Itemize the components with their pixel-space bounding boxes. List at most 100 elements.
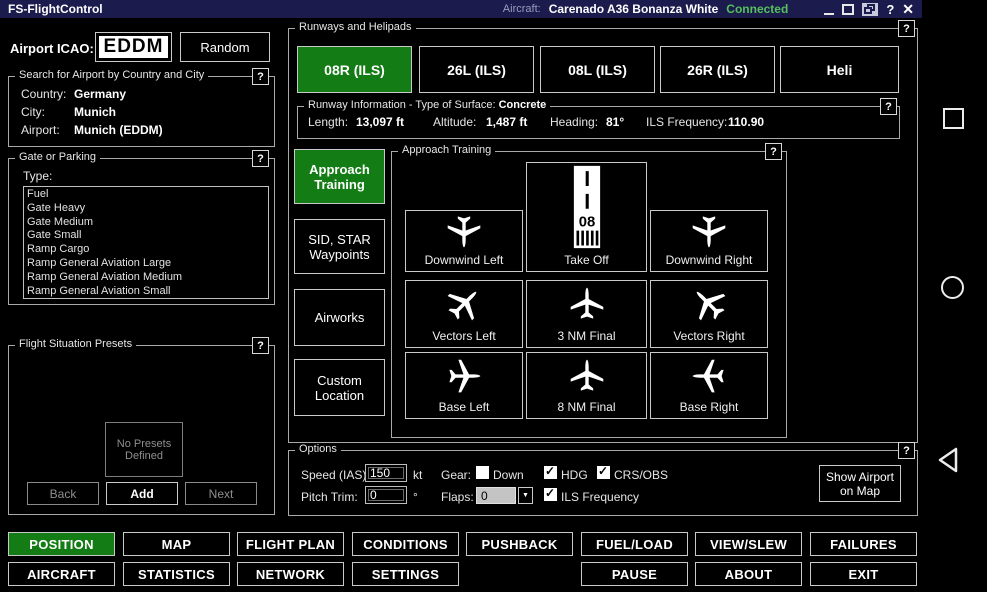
presets-add-button[interactable]: Add [106,482,178,505]
aircraft-label: Aircraft: [503,3,541,15]
country-value[interactable]: Germany [74,87,126,101]
airport-icao-input[interactable]: EDDM [95,32,172,62]
approach-base-left-button[interactable]: Base Left [405,352,523,419]
flaps-dropdown[interactable]: 0 [476,487,516,504]
hdg-checkbox[interactable] [544,466,557,479]
no-presets-box: No Presets Defined [105,422,183,477]
airplane-west-icon [691,353,727,398]
gate-help-button[interactable]: ? [252,150,269,167]
restore-windows-icon[interactable] [862,3,878,16]
back-triangle-icon[interactable] [936,446,962,479]
airport-value[interactable]: Munich (EDDM) [74,123,163,137]
recents-square-icon[interactable] [943,108,964,129]
altitude-label: Altitude: [433,115,476,129]
speed-ias-input[interactable]: 150 [365,464,407,482]
approach-group-title: Approach Training [398,144,495,156]
airplane-east-icon [446,353,482,398]
list-item[interactable]: Gate Small [27,229,265,243]
nav-exit-button[interactable]: EXIT [810,562,917,586]
nav-position-button[interactable]: POSITION [8,532,115,556]
nav-network-button[interactable]: NETWORK [237,562,344,586]
flaps-dropdown-arrow-icon[interactable]: ▼ [518,487,533,504]
gear-label: Gear: [441,468,471,482]
presets-help-button[interactable]: ? [252,337,269,354]
nav-about-button[interactable]: ABOUT [695,562,802,586]
presets-group-title: Flight Situation Presets [15,338,136,350]
mode-sid-star-button[interactable]: SID, STAR Waypoints [294,219,385,274]
airplane-north-icon [569,281,605,327]
mode-airworks-button[interactable]: Airworks [294,289,385,346]
approach-downwind-left-button[interactable]: Downwind Left [405,210,523,272]
runway-button-26l[interactable]: 26L (ILS) [419,46,534,93]
runway-info-help-button[interactable]: ? [880,98,897,115]
options-group: Options ? Speed (IAS): 150 kt Pitch Trim… [288,450,918,516]
nav-aircraft-button[interactable]: AIRCRAFT [8,562,115,586]
options-help-button[interactable]: ? [898,442,915,459]
nav-view-slew-button[interactable]: VIEW/SLEW [695,532,802,556]
nav-failures-button[interactable]: FAILURES [810,532,917,556]
mode-custom-location-button[interactable]: Custom Location [294,359,385,416]
approach-8nm-final-button[interactable]: 8 NM Final [526,352,647,419]
approach-3nm-final-button[interactable]: 3 NM Final [526,280,647,348]
pitch-trim-input[interactable]: 0 [365,486,407,504]
runway-info-title: Runway Information - Type of Surface: Co… [304,99,550,111]
random-airport-button[interactable]: Random [180,32,270,62]
length-value: 13,097 ft [356,115,404,129]
gate-type-listbox[interactable]: Fuel Gate Heavy Gate Medium Gate Small R… [23,186,269,299]
runways-group: Runways and Helipads ? 08R (ILS) 26L (IL… [288,28,918,443]
mode-approach-training-button[interactable]: Approach Training [294,149,385,204]
nav-flight-plan-button[interactable]: FLIGHT PLAN [237,532,344,556]
list-item[interactable]: Fuel [27,188,265,202]
runway-button-heli[interactable]: Heli [780,46,899,93]
list-item[interactable]: Ramp General Aviation Large [27,257,265,271]
runway-button-08l[interactable]: 08L (ILS) [540,46,655,93]
presets-back-button[interactable]: Back [27,482,99,505]
crs-obs-checkbox[interactable] [597,466,610,479]
list-item[interactable]: Gate Medium [27,216,265,230]
approach-vectors-left-button[interactable]: Vectors Left [405,280,523,348]
nav-settings-button[interactable]: SETTINGS [352,562,459,586]
search-group-title: Search for Airport by Country and City [15,69,208,81]
gear-down-checkbox[interactable] [476,466,489,479]
runway-button-26r[interactable]: 26R (ILS) [660,46,775,93]
length-label: Length: [308,115,348,129]
nav-fuel-load-button[interactable]: FUEL/LOAD [581,532,688,556]
list-item[interactable]: Gate Heavy [27,202,265,216]
airplane-northeast-icon [445,281,483,327]
runways-help-button[interactable]: ? [898,20,915,37]
approach-base-right-button[interactable]: Base Right [650,352,768,419]
maximize-icon[interactable] [842,4,854,15]
nav-conditions-button[interactable]: CONDITIONS [352,532,459,556]
list-item[interactable]: Ramp Cargo [27,243,265,257]
approach-downwind-right-button[interactable]: Downwind Right [650,210,768,272]
runway-button-08r[interactable]: 08R (ILS) [297,46,412,93]
presets-group: Flight Situation Presets ? No Presets De… [8,345,275,515]
nav-statistics-button[interactable]: STATISTICS [123,562,230,586]
runway-info-group: Runway Information - Type of Surface: Co… [297,106,900,139]
runways-group-title: Runways and Helipads [295,21,416,33]
titlebar-help-icon[interactable]: ? [886,2,894,17]
title-bar: FS-FlightControl Aircraft: Carenado A36 … [0,0,922,18]
home-circle-icon[interactable] [941,276,964,299]
minimize-icon[interactable] [824,13,834,15]
show-airport-on-map-button[interactable]: Show Airport on Map [819,465,901,502]
search-help-button[interactable]: ? [252,68,269,85]
nav-pause-button[interactable]: PAUSE [581,562,688,586]
gear-down-label: Down [493,468,524,482]
ils-frequency-checkbox[interactable] [544,488,557,501]
speed-ias-label: Speed (IAS): [301,468,370,482]
close-icon[interactable]: ✕ [902,1,914,18]
list-item[interactable]: Ramp General Aviation Medium [27,271,265,285]
approach-take-off-button[interactable]: 08 Take Off [526,162,647,272]
presets-next-button[interactable]: Next [185,482,257,505]
approach-help-button[interactable]: ? [765,143,782,160]
approach-training-group: Approach Training ? Downwind Left 08 [391,151,787,438]
nav-pushback-button[interactable]: PUSHBACK [466,532,573,556]
list-item[interactable]: Ramp General Aviation Small [27,285,265,299]
heading-value: 81° [606,115,624,129]
city-value[interactable]: Munich [74,105,116,119]
airplane-south-icon [446,211,482,251]
surface-value: Concrete [499,99,547,111]
nav-map-button[interactable]: MAP [123,532,230,556]
approach-vectors-right-button[interactable]: Vectors Right [650,280,768,348]
